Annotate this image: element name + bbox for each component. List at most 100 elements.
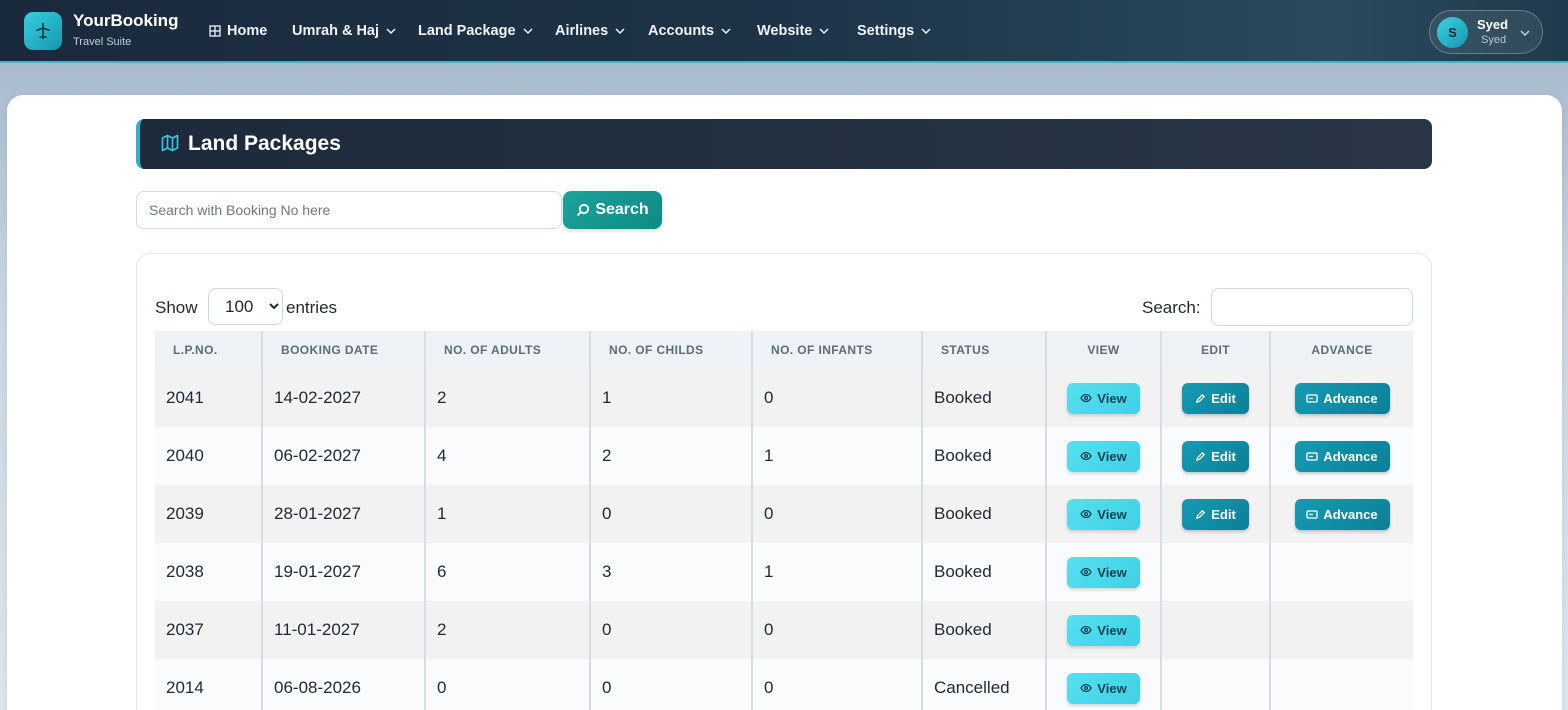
view-button-label: View bbox=[1097, 622, 1127, 638]
cell-infants: 1 bbox=[752, 427, 923, 485]
eye-icon bbox=[1080, 509, 1093, 519]
view-button[interactable]: View bbox=[1067, 382, 1140, 414]
column-header[interactable]: ADVANCE bbox=[1270, 331, 1413, 369]
cell-lp-no: 2014 bbox=[155, 659, 263, 710]
nav-umrah-haj[interactable]: Umrah & Haj bbox=[292, 23, 397, 39]
advance-button-label: Advance bbox=[1323, 448, 1378, 464]
cell-view: View bbox=[1046, 659, 1162, 710]
view-button[interactable]: View bbox=[1067, 672, 1140, 704]
cell-status: Booked bbox=[922, 485, 1047, 543]
cell-edit bbox=[1161, 543, 1271, 601]
view-button[interactable]: View bbox=[1067, 498, 1140, 530]
nav-accounts[interactable]: Accounts bbox=[648, 23, 732, 39]
column-header[interactable]: NO. OF INFANTS bbox=[752, 331, 923, 369]
brand-subtitle: Travel Suite bbox=[73, 36, 132, 48]
booking-search-input[interactable] bbox=[136, 191, 562, 229]
brand-logo[interactable] bbox=[24, 12, 62, 50]
view-button[interactable]: View bbox=[1067, 556, 1140, 588]
entries-label: entries bbox=[286, 298, 338, 317]
column-header[interactable]: STATUS bbox=[922, 331, 1047, 369]
column-header[interactable]: NO. OF ADULTS bbox=[425, 331, 591, 369]
cell-childs: 0 bbox=[590, 601, 753, 659]
search-button-label: Search bbox=[595, 201, 649, 218]
column-header[interactable]: BOOKING DATE bbox=[262, 331, 426, 369]
edit-button[interactable]: Edit bbox=[1182, 498, 1249, 530]
land-packages-table: L.P.NO. BOOKING DATE NO. OF ADULTS NO. O… bbox=[155, 331, 1413, 710]
pencil-icon bbox=[1196, 393, 1206, 403]
cell-booking-date: 11-01-2027 bbox=[262, 601, 426, 659]
show-label: Show bbox=[155, 298, 198, 317]
advance-button[interactable]: Advance bbox=[1294, 498, 1390, 530]
nav-land-package-label: Land Package bbox=[418, 23, 516, 39]
cell-lp-no: 2041 bbox=[155, 369, 263, 427]
chevron-down-icon bbox=[721, 28, 731, 35]
avatar: S bbox=[1437, 17, 1468, 48]
view-button[interactable]: View bbox=[1067, 614, 1140, 646]
airplane-icon bbox=[36, 22, 50, 40]
edit-button[interactable]: Edit bbox=[1182, 382, 1249, 414]
chevron-down-icon bbox=[1520, 30, 1530, 37]
page-title-bar: Land Packages bbox=[136, 119, 1432, 169]
column-header[interactable]: NO. OF CHILDS bbox=[590, 331, 753, 369]
user-menu[interactable]: S Syed Syed bbox=[1429, 10, 1543, 54]
chevron-down-icon bbox=[386, 28, 396, 35]
cell-childs: 2 bbox=[590, 427, 753, 485]
cell-booking-date: 28-01-2027 bbox=[262, 485, 426, 543]
edit-button[interactable]: Edit bbox=[1182, 440, 1249, 472]
cell-edit: Edit bbox=[1161, 485, 1271, 543]
brand-name: YourBooking bbox=[73, 11, 179, 30]
cell-lp-no: 2037 bbox=[155, 601, 263, 659]
advance-button[interactable]: Advance bbox=[1294, 440, 1390, 472]
cell-edit: Edit bbox=[1161, 427, 1271, 485]
user-role: Syed bbox=[1481, 34, 1507, 46]
cell-booking-date: 06-08-2026 bbox=[262, 659, 426, 710]
cell-advance: Advance bbox=[1270, 369, 1413, 427]
nav-website[interactable]: Website bbox=[757, 23, 830, 39]
cell-status: Booked bbox=[922, 427, 1047, 485]
eye-icon bbox=[1080, 625, 1093, 635]
cell-status: Booked bbox=[922, 369, 1047, 427]
cell-booking-date: 06-02-2027 bbox=[262, 427, 426, 485]
cell-childs: 0 bbox=[590, 485, 753, 543]
cell-status: Cancelled bbox=[922, 659, 1047, 710]
cell-childs: 0 bbox=[590, 659, 753, 710]
advance-button-label: Advance bbox=[1323, 506, 1378, 522]
column-header[interactable]: VIEW bbox=[1046, 331, 1162, 369]
nav-settings-label: Settings bbox=[857, 23, 915, 39]
cell-edit bbox=[1161, 601, 1271, 659]
cell-view: View bbox=[1046, 485, 1162, 543]
search-button[interactable]: Search bbox=[563, 191, 662, 229]
advance-button[interactable]: Advance bbox=[1294, 382, 1390, 414]
cell-adults: 1 bbox=[425, 485, 591, 543]
entries-select[interactable]: 100 bbox=[208, 288, 283, 325]
column-header[interactable]: L.P.NO. bbox=[155, 331, 263, 369]
view-button-label: View bbox=[1097, 564, 1127, 580]
chevron-down-icon bbox=[819, 28, 829, 35]
grid-icon bbox=[209, 25, 221, 37]
eye-icon bbox=[1080, 567, 1093, 577]
cell-advance bbox=[1270, 601, 1413, 659]
nav-airlines[interactable]: Airlines bbox=[555, 23, 626, 39]
cell-lp-no: 2038 bbox=[155, 543, 263, 601]
card-icon bbox=[1306, 393, 1319, 403]
nav-settings[interactable]: Settings bbox=[857, 23, 932, 39]
cell-advance bbox=[1270, 543, 1413, 601]
table-search-input[interactable] bbox=[1211, 288, 1413, 326]
search-icon bbox=[577, 203, 590, 217]
nav-land-package[interactable]: Land Package bbox=[418, 23, 534, 39]
cell-childs: 1 bbox=[590, 369, 753, 427]
table-row: 2038 19-01-2027 6 3 1 Booked View bbox=[155, 543, 1413, 601]
edit-button-label: Edit bbox=[1211, 390, 1236, 406]
map-icon bbox=[161, 134, 179, 152]
eye-icon bbox=[1080, 683, 1093, 693]
user-name: Syed bbox=[1477, 17, 1509, 32]
cell-advance: Advance bbox=[1270, 485, 1413, 543]
card-icon bbox=[1306, 451, 1319, 461]
cell-adults: 0 bbox=[425, 659, 591, 710]
cell-status: Booked bbox=[922, 601, 1047, 659]
nav-airlines-label: Airlines bbox=[555, 23, 609, 39]
advance-button-label: Advance bbox=[1323, 390, 1378, 406]
view-button[interactable]: View bbox=[1067, 440, 1140, 472]
nav-home[interactable]: Home bbox=[209, 23, 267, 39]
column-header[interactable]: EDIT bbox=[1161, 331, 1271, 369]
